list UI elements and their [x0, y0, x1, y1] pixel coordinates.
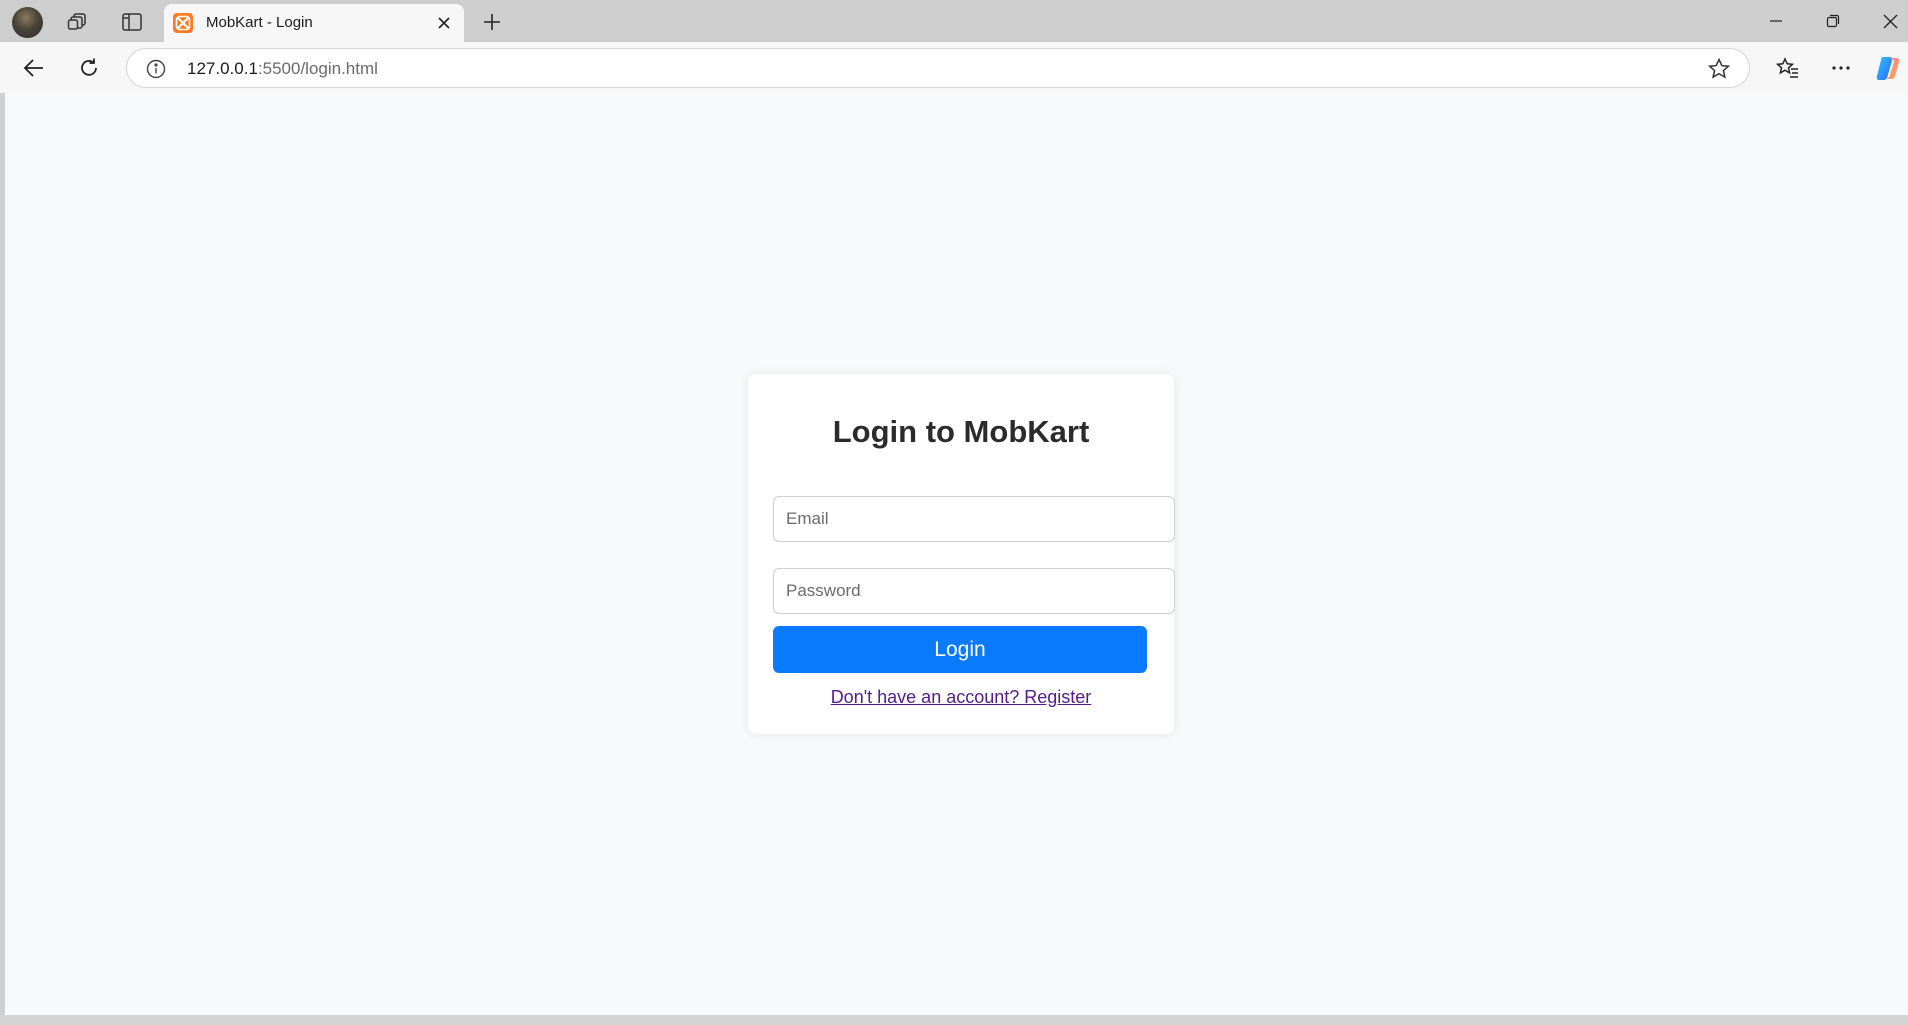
copilot-button[interactable]: [1872, 52, 1904, 84]
login-card: Login to MobKart Login Don't have an acc…: [748, 374, 1175, 734]
new-tab-button[interactable]: [478, 8, 506, 36]
tab-title: MobKart - Login: [206, 14, 313, 31]
xampp-favicon: [173, 13, 193, 33]
url-host: 127.0.0.1: [187, 59, 258, 78]
profile-avatar[interactable]: [12, 7, 43, 38]
restore-button[interactable]: [1813, 8, 1853, 34]
restore-icon: [1826, 14, 1840, 28]
favorites-button[interactable]: [1772, 52, 1804, 84]
email-field[interactable]: [773, 496, 1175, 542]
back-button[interactable]: [18, 52, 50, 84]
back-arrow-icon: [23, 59, 43, 77]
url-text[interactable]: 127.0.0.1:5500/login.html: [187, 59, 378, 79]
workspaces-icon[interactable]: [64, 9, 92, 35]
tab-active[interactable]: MobKart - Login: [164, 4, 464, 42]
tab-strip: MobKart - Login: [0, 0, 1908, 42]
copilot-icon: [1876, 57, 1900, 80]
vertical-tabs-icon[interactable]: [118, 9, 146, 35]
star-icon[interactable]: [1707, 57, 1731, 81]
password-field[interactable]: [773, 568, 1175, 614]
browser-toolbar: 127.0.0.1:5500/login.html: [0, 42, 1908, 93]
window-bottom-edge: [0, 1015, 1908, 1025]
close-icon: [1883, 14, 1897, 28]
minimize-button[interactable]: [1756, 8, 1796, 34]
refresh-button[interactable]: [73, 52, 105, 84]
more-icon: [1832, 66, 1850, 70]
url-path: :5500/login.html: [257, 59, 378, 78]
page-viewport: Login to MobKart Login Don't have an acc…: [5, 93, 1908, 1015]
refresh-icon: [81, 58, 97, 76]
login-title: Login to MobKart: [832, 414, 1090, 449]
close-icon[interactable]: [434, 13, 454, 33]
minimize-icon: [1770, 20, 1782, 22]
plus-icon: [484, 14, 500, 30]
info-icon[interactable]: [146, 59, 166, 79]
close-window-button[interactable]: [1870, 8, 1908, 34]
favorites-icon: [1776, 57, 1798, 78]
address-bar[interactable]: 127.0.0.1:5500/login.html: [126, 48, 1750, 88]
login-button[interactable]: Login: [773, 626, 1147, 673]
register-link[interactable]: Don't have an account? Register: [748, 687, 1174, 708]
more-button[interactable]: [1825, 52, 1857, 84]
